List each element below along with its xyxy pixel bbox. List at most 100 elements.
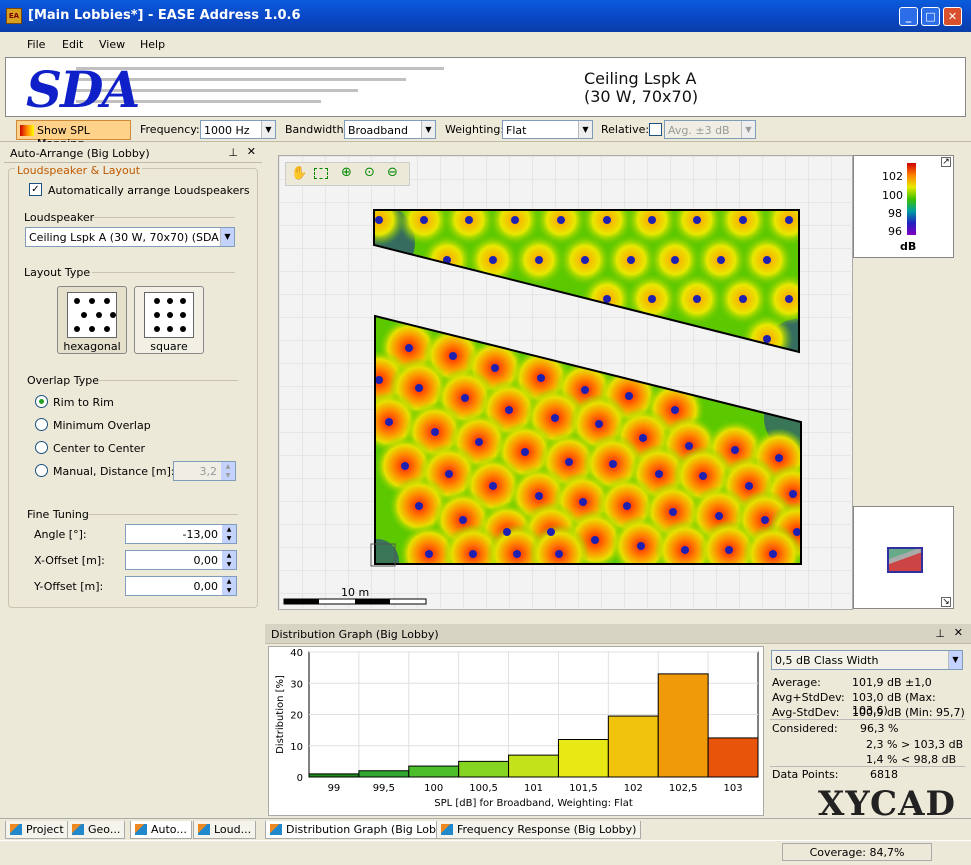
loudspeaker-select[interactable]: Ceiling Lspk A (30 W, 70x70) (SDA) ▼ xyxy=(25,227,235,247)
stat-above: 2,3 % > 103,3 dB xyxy=(866,738,964,751)
speaker-dot xyxy=(693,295,701,303)
tab-distribution-graph[interactable]: Distribution Graph (Big Lobby) xyxy=(265,821,459,839)
frequency-select[interactable]: 1000 Hz ▼ xyxy=(200,120,276,139)
legend-tick: 96 xyxy=(888,225,902,238)
menu-help[interactable]: Help xyxy=(140,38,165,51)
distribution-bar xyxy=(557,739,609,778)
speaker-dot xyxy=(459,516,467,524)
pattern-dot xyxy=(89,326,95,332)
chevron-down-icon[interactable]: ▼ xyxy=(261,121,275,138)
tab-auto[interactable]: Auto... xyxy=(130,821,192,839)
layout-hexagonal-button[interactable]: hexagonal xyxy=(57,286,127,354)
tab-project[interactable]: Project xyxy=(5,821,69,839)
speaker-dot xyxy=(793,528,801,536)
pattern-dot xyxy=(74,326,80,332)
tab-loud[interactable]: Loud... xyxy=(193,821,257,839)
distribution-bar xyxy=(508,754,559,778)
spinner-icon[interactable]: ▲ ▼ xyxy=(222,525,236,543)
auto-arrange-checkbox[interactable]: ✓ xyxy=(29,183,42,196)
speaker-dot xyxy=(785,216,793,224)
select-rect-icon[interactable] xyxy=(314,168,328,179)
chevron-down-icon[interactable]: ▼ xyxy=(741,121,755,138)
overlap-minimum-radio[interactable] xyxy=(35,418,48,431)
xoffset-input[interactable]: 0,00 ▲ ▼ xyxy=(125,550,237,570)
overview-map[interactable]: ↘ xyxy=(853,506,954,609)
class-width-select[interactable]: 0,5 dB Class Width ▼ xyxy=(771,650,963,670)
zoom-in-icon[interactable]: ⊕ xyxy=(341,165,352,180)
spinner-icon[interactable]: ▲ ▼ xyxy=(222,577,236,595)
relative-select[interactable]: Avg. ±3 dB ▼ xyxy=(664,120,756,139)
speaker-dot xyxy=(731,446,739,454)
menu-edit[interactable]: Edit xyxy=(62,38,83,51)
chevron-down-icon[interactable]: ▼ xyxy=(220,228,234,246)
app-icon[interactable]: EA xyxy=(6,8,22,24)
speaker-dot xyxy=(623,502,631,510)
menu-file[interactable]: File xyxy=(27,38,45,51)
header-banner: SDA Ceiling Lspk A (30 W, 70x70) xyxy=(5,57,966,119)
expand-icon[interactable]: ↗ xyxy=(941,157,951,167)
speaker-dot xyxy=(465,216,473,224)
auto-arrange-label: Automatically arrange Loudspeakers xyxy=(48,184,250,197)
manual-distance-input[interactable]: 3,2 ▲ ▼ xyxy=(173,461,236,481)
speaker-dot xyxy=(535,492,543,500)
speaker-dot xyxy=(579,498,587,506)
menu-view[interactable]: View xyxy=(99,38,125,51)
weighting-select[interactable]: Flat ▼ xyxy=(502,120,593,139)
overview-thumbnail[interactable] xyxy=(887,547,923,573)
x-tick-label: 100,5 xyxy=(469,783,498,794)
show-spl-mapping-button[interactable]: Show SPL Mapping xyxy=(16,120,131,150)
distribution-chart: 0 10 20 30 40 99 99,5 100 100,5 101 101,5 102 102,5 1… xyxy=(268,646,764,816)
yoffset-label: Y-Offset [m]: xyxy=(34,580,104,593)
speaker-dot xyxy=(717,256,725,264)
tab-geo[interactable]: Geo... xyxy=(67,821,126,839)
tab-label: Frequency Response (Big Lobby) xyxy=(457,823,637,836)
overlap-rim-radio[interactable] xyxy=(35,395,48,408)
pan-hand-icon[interactable]: ✋ xyxy=(291,166,307,181)
chevron-down-icon[interactable]: ▼ xyxy=(948,651,962,669)
pin-icon[interactable]: ⊥ xyxy=(935,627,945,640)
close-icon[interactable]: ✕ xyxy=(247,145,256,158)
speaker-dot xyxy=(693,216,701,224)
tab-icon xyxy=(441,824,453,835)
pin-icon[interactable]: ⊥ xyxy=(228,146,238,159)
close-button[interactable]: ✕ xyxy=(943,7,962,26)
stat-average: 101,9 dB ±1,0 xyxy=(852,676,932,689)
zoom-window-icon[interactable]: ⊙ xyxy=(364,165,375,180)
chevron-down-icon[interactable]: ▼ xyxy=(578,121,592,138)
zoom-out-icon[interactable]: ⊖ xyxy=(387,165,398,180)
speaker-dot xyxy=(503,528,511,536)
tab-label: Auto... xyxy=(151,823,187,836)
scale-label: 10 m xyxy=(341,586,369,599)
x-tick-label: 100 xyxy=(424,783,443,794)
color-legend: 102 100 98 96 dB ↗ xyxy=(853,155,954,258)
maximize-button[interactable]: □ xyxy=(921,7,940,26)
overlap-center-radio[interactable] xyxy=(35,441,48,454)
spinner-icon[interactable]: ▲ ▼ xyxy=(221,462,235,480)
bandwidth-select[interactable]: Broadband ▼ xyxy=(344,120,436,139)
distribution-bar xyxy=(308,773,360,778)
speaker-dot xyxy=(405,344,413,352)
collapse-icon[interactable]: ↘ xyxy=(941,597,951,607)
speaker-dot xyxy=(431,428,439,436)
overlap-manual-radio[interactable] xyxy=(35,464,48,477)
speaker-dot xyxy=(609,460,617,468)
spl-map-canvas[interactable]: 10 m ✋ ⊕ ⊙ ⊖ xyxy=(278,155,854,611)
layout-square-button[interactable]: square xyxy=(134,286,204,354)
stat-points-label: Data Points: xyxy=(772,768,839,781)
yoffset-input[interactable]: 0,00 ▲ ▼ xyxy=(125,576,237,596)
spinner-icon[interactable]: ▲ ▼ xyxy=(222,551,236,569)
chevron-down-icon[interactable]: ▼ xyxy=(421,121,435,138)
square-pattern-icon xyxy=(144,292,194,338)
stat-points: 6818 xyxy=(870,768,898,781)
tab-icon xyxy=(270,824,282,835)
angle-input[interactable]: -13,00 ▲ ▼ xyxy=(125,524,237,544)
close-icon[interactable]: ✕ xyxy=(954,626,963,639)
loudspeaker-label: Loudspeaker xyxy=(24,211,95,224)
minimize-button[interactable]: _ xyxy=(899,7,918,26)
legend-tick: 102 xyxy=(882,170,903,183)
y-tick-label: 20 xyxy=(290,711,303,722)
window-title: [Main Lobbies*] - EASE Address 1.0.6 xyxy=(28,8,301,23)
tab-frequency-response[interactable]: Frequency Response (Big Lobby) xyxy=(436,821,642,839)
speaker-dot xyxy=(739,295,747,303)
relative-checkbox[interactable] xyxy=(649,123,662,136)
